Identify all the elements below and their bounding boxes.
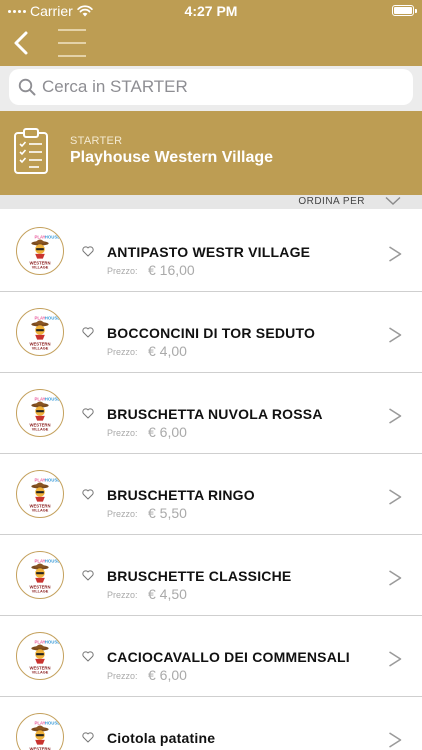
heart-icon[interactable]: [82, 570, 94, 581]
chevron-right-icon[interactable]: [388, 246, 402, 262]
product-name: BRUSCHETTE CLASSICHE: [107, 568, 292, 584]
category-header: STARTER Playhouse Western Village: [0, 111, 422, 195]
price-label: Prezzo:: [107, 266, 138, 276]
product-name: CACIOCAVALLO DEI COMMENSALI: [107, 649, 350, 665]
price-label: Prezzo:: [107, 428, 138, 438]
product-logo: PLAY HOUSE WESTERN VILLAGE: [16, 389, 64, 437]
product-logo: PLAY HOUSE WESTERN VILLAGE: [16, 227, 64, 275]
sort-label: ORDINA PER: [298, 196, 365, 207]
svg-text:WESTERN: WESTERN: [29, 665, 50, 670]
svg-text:WESTERN: WESTERN: [29, 341, 50, 346]
list-item[interactable]: PLAY HOUSE WESTERN VILLAGE ANTIPASTO WES…: [0, 211, 422, 292]
svg-text:VILLAGE: VILLAGE: [32, 671, 49, 675]
svg-text:WESTERN: WESTERN: [29, 503, 50, 508]
category-title: Playhouse Western Village: [70, 149, 274, 166]
search-input[interactable]: [42, 77, 382, 97]
price-value: € 6,00: [148, 424, 187, 440]
product-name: Ciotola patatine: [107, 730, 216, 746]
hamburger-menu-icon[interactable]: [58, 29, 86, 57]
price-value: € 4,00: [148, 343, 187, 359]
heart-icon[interactable]: [82, 246, 94, 257]
chevron-right-icon[interactable]: [388, 570, 402, 586]
heart-icon[interactable]: [82, 489, 94, 500]
price-value: € 5,50: [148, 505, 187, 521]
heart-icon[interactable]: [82, 327, 94, 338]
price-label: Prezzo:: [107, 590, 138, 600]
product-logo: PLAY HOUSE WESTERN VILLAGE: [16, 470, 64, 518]
svg-text:VILLAGE: VILLAGE: [32, 509, 49, 513]
back-button[interactable]: [8, 26, 36, 60]
navigation-bar: Carrier 4:27 PM: [0, 0, 422, 66]
chevron-right-icon[interactable]: [388, 732, 402, 748]
product-name: BOCCONCINI DI TOR SEDUTO: [107, 325, 316, 341]
heart-icon[interactable]: [82, 408, 94, 419]
chevron-right-icon[interactable]: [388, 651, 402, 667]
product-logo: PLAY HOUSE WESTERN VILLAGE: [16, 308, 64, 356]
product-logo: PLAY HOUSE WESTERN VILLAGE: [16, 713, 64, 750]
price-label: Prezzo:: [107, 347, 138, 357]
chevron-right-icon[interactable]: [388, 489, 402, 505]
price-value: € 4,50: [148, 586, 187, 602]
clipboard-checklist-icon: [14, 128, 48, 174]
price-value: € 16,00: [148, 262, 195, 278]
list-item[interactable]: PLAY HOUSE WESTERN VILLAGE BOCCONCINI DI…: [0, 292, 422, 373]
product-name: BRUSCHETTA RINGO: [107, 487, 255, 503]
sort-bar[interactable]: ORDINA PER: [0, 195, 422, 209]
search-bar-container: [0, 66, 422, 111]
price-label: Prezzo:: [107, 509, 138, 519]
svg-text:WESTERN: WESTERN: [29, 746, 50, 750]
battery-icon: [392, 5, 417, 16]
heart-icon[interactable]: [82, 732, 94, 743]
app-screen: Carrier 4:27 PM Cerca in STARTER STARTER…: [0, 0, 422, 750]
search-box[interactable]: [9, 69, 413, 105]
product-logo: PLAY HOUSE WESTERN VILLAGE: [16, 632, 64, 680]
svg-text:HOUSE: HOUSE: [45, 721, 60, 726]
svg-text:HOUSE: HOUSE: [45, 235, 60, 240]
chevron-right-icon[interactable]: [388, 408, 402, 424]
list-item[interactable]: PLAY HOUSE WESTERN VILLAGE BRUSCHETTE CL…: [0, 535, 422, 616]
svg-text:WESTERN: WESTERN: [29, 422, 50, 427]
price-label: Prezzo:: [107, 671, 138, 681]
product-list: PLAY HOUSE WESTERN VILLAGE ANTIPASTO WES…: [0, 211, 422, 750]
status-time: 4:27 PM: [184, 3, 238, 19]
category-kicker: STARTER: [70, 135, 123, 147]
heart-icon[interactable]: [82, 651, 94, 662]
chevron-right-icon[interactable]: [388, 327, 402, 343]
svg-text:VILLAGE: VILLAGE: [32, 266, 49, 270]
list-item[interactable]: PLAY HOUSE WESTERN VILLAGE BRUSCHETTA RI…: [0, 454, 422, 535]
list-item[interactable]: PLAY HOUSE WESTERN VILLAGE BRUSCHETTA NU…: [0, 373, 422, 454]
product-name: BRUSCHETTA NUVOLA ROSSA: [107, 406, 323, 422]
svg-text:VILLAGE: VILLAGE: [32, 428, 49, 432]
chevron-down-icon[interactable]: [385, 196, 401, 206]
svg-text:VILLAGE: VILLAGE: [32, 347, 49, 351]
product-logo: PLAY HOUSE WESTERN VILLAGE: [16, 551, 64, 599]
product-name: ANTIPASTO WESTR VILLAGE: [107, 244, 311, 260]
price-value: € 6,00: [148, 667, 187, 683]
status-bar: Carrier 4:27 PM: [0, 0, 422, 22]
svg-text:VILLAGE: VILLAGE: [32, 590, 49, 594]
svg-text:WESTERN: WESTERN: [29, 584, 50, 589]
svg-text:HOUSE: HOUSE: [45, 397, 60, 402]
svg-text:HOUSE: HOUSE: [45, 559, 60, 564]
svg-text:WESTERN: WESTERN: [29, 260, 50, 265]
svg-text:HOUSE: HOUSE: [45, 640, 60, 645]
search-icon: [18, 78, 36, 96]
svg-text:HOUSE: HOUSE: [45, 316, 60, 321]
list-item[interactable]: PLAY HOUSE WESTERN VILLAGE CACIOCAVALLO …: [0, 616, 422, 697]
svg-text:HOUSE: HOUSE: [45, 478, 60, 483]
list-item[interactable]: PLAY HOUSE WESTERN VILLAGE Ciotola patat…: [0, 697, 422, 750]
